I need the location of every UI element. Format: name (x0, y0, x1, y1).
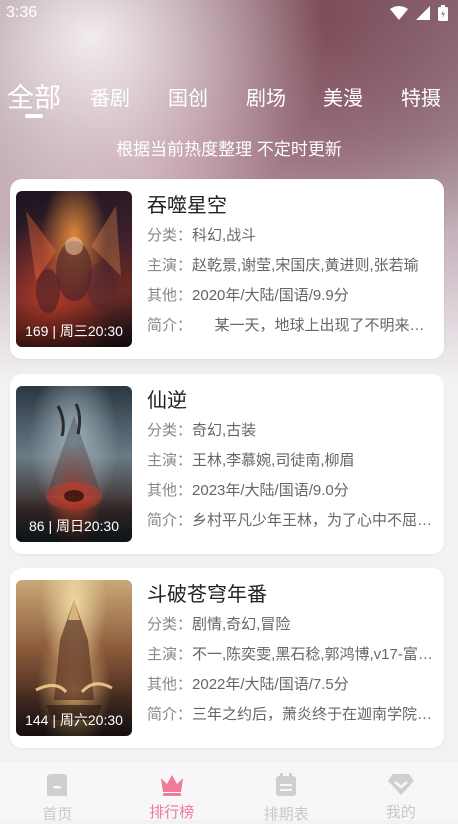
category-label: 分类： (147, 616, 192, 633)
nav-profile[interactable]: 我的 (344, 762, 458, 820)
home-icon (44, 772, 70, 802)
cast-label: 主演： (147, 646, 192, 663)
intro-label: 简介： (147, 317, 185, 334)
cast-value: 王林,李慕婉,司徒南,柳眉 (192, 452, 355, 469)
tab-label: 全部 (7, 83, 61, 113)
intro-value: 乡村平凡少年王林，为了心中不屈… (192, 512, 432, 529)
tab-label: 美漫 (323, 88, 363, 110)
list-item[interactable]: 169 | 周三20:30 吞噬星空 分类：科幻,战斗 主演：赵乾景,谢莹,宋国… (10, 179, 444, 359)
other-label: 其他： (147, 482, 192, 499)
category-value: 奇幻,古装 (192, 422, 256, 439)
intro-value: 某一天，地球上出现了不明来… (185, 317, 425, 334)
episode-schedule: 144 | 周六20:30 (16, 710, 132, 730)
battery-icon (438, 5, 448, 21)
other-label: 其他： (147, 676, 192, 693)
nav-label: 排行榜 (149, 801, 194, 822)
episode-schedule: 86 | 周日20:30 (16, 516, 132, 536)
cast-label: 主演： (147, 452, 192, 469)
category-tabs: 全部 番剧 国创 剧场 美漫 特摄 (0, 74, 458, 124)
tab-american-comics[interactable]: 美漫 (323, 82, 363, 111)
nav-label: 首页 (42, 803, 72, 824)
tab-label: 剧场 (246, 88, 286, 110)
bottom-navigation: 首页 排行榜 排期表 我的 (0, 762, 458, 820)
nav-home[interactable]: 首页 (0, 762, 115, 820)
tab-all[interactable]: 全部 (7, 76, 61, 115)
diamond-icon (387, 772, 415, 800)
other-value: 2020年/大陆/国语/9.9分 (192, 287, 349, 304)
anime-title: 斗破苍穹年番 (147, 580, 437, 610)
poster-image[interactable]: 169 | 周三20:30 (16, 191, 132, 347)
category-label: 分类： (147, 227, 192, 244)
cast-value: 赵乾景,谢莹,宋国庆,黄进则,张若瑜 (192, 257, 419, 274)
nav-ranking[interactable]: 排行榜 (115, 762, 230, 820)
tab-tokusatsu[interactable]: 特摄 (401, 82, 441, 111)
status-bar: 3:36 (0, 0, 458, 26)
signal-icon (416, 6, 430, 20)
tab-label: 国创 (168, 88, 208, 110)
tab-active-indicator (25, 114, 43, 118)
anime-title: 仙逆 (147, 386, 437, 416)
nav-label: 排期表 (264, 803, 309, 824)
list-item[interactable]: 86 | 周日20:30 仙逆 分类：奇幻,古装 主演：王林,李慕婉,司徒南,柳… (10, 374, 444, 554)
crown-icon (159, 772, 185, 800)
nav-label: 我的 (386, 801, 416, 822)
episode-schedule: 169 | 周三20:30 (16, 321, 132, 341)
tab-guochuang[interactable]: 国创 (168, 82, 208, 111)
cast-label: 主演： (147, 257, 192, 274)
anime-title: 吞噬星空 (147, 191, 437, 221)
nav-schedule[interactable]: 排期表 (229, 762, 344, 820)
tab-theater[interactable]: 剧场 (246, 82, 286, 111)
tab-label: 特摄 (401, 88, 441, 110)
intro-value: 三年之约后，萧炎终于在迦南学院… (192, 706, 432, 723)
tab-label: 番剧 (90, 88, 130, 110)
wifi-icon (390, 6, 408, 20)
other-value: 2022年/大陆/国语/7.5分 (192, 676, 349, 693)
other-label: 其他： (147, 287, 192, 304)
ranking-subtitle: 根据当前热度整理 不定时更新 (0, 135, 458, 160)
cast-value: 不一,陈奕雯,黑石稔,郭鸿博,v17-富… (192, 646, 433, 663)
category-value: 剧情,奇幻,冒险 (192, 616, 290, 633)
category-label: 分类： (147, 422, 192, 439)
other-value: 2023年/大陆/国语/9.0分 (192, 482, 349, 499)
tab-fanju[interactable]: 番剧 (90, 82, 130, 111)
poster-image[interactable]: 144 | 周六20:30 (16, 580, 132, 736)
calendar-icon (273, 772, 299, 802)
intro-label: 简介： (147, 512, 192, 529)
intro-label: 简介： (147, 706, 192, 723)
poster-image[interactable]: 86 | 周日20:30 (16, 386, 132, 542)
list-item[interactable]: 144 | 周六20:30 斗破苍穹年番 分类：剧情,奇幻,冒险 主演：不一,陈… (10, 568, 444, 748)
status-time: 3:36 (6, 4, 37, 22)
category-value: 科幻,战斗 (192, 227, 256, 244)
